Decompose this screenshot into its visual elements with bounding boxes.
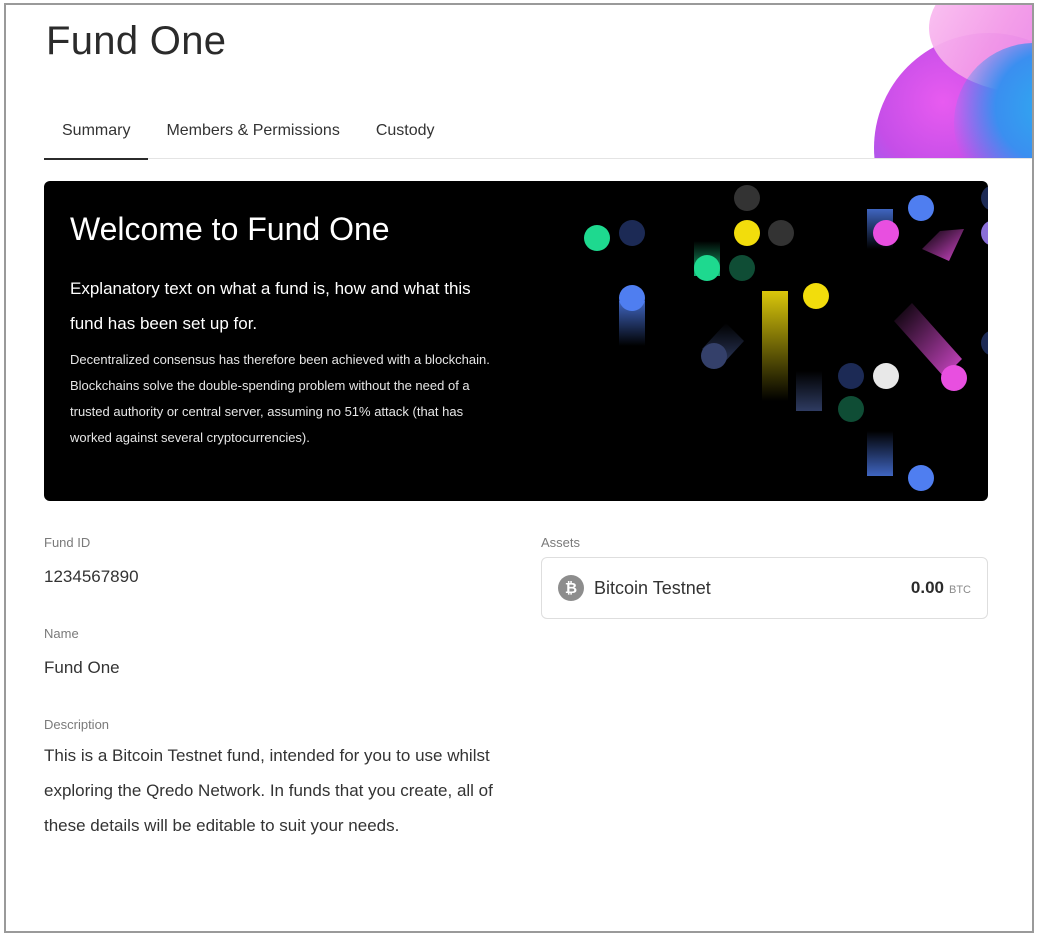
fund-id-label: Fund ID	[44, 535, 91, 550]
dot-green-1	[584, 225, 610, 251]
banner-body-text: Decentralized consensus has therefore be…	[70, 352, 490, 445]
welcome-banner: Welcome to Fund One Explanatory text on …	[44, 181, 988, 501]
dot-purple	[981, 221, 988, 245]
banner-dots-illustration	[584, 185, 988, 491]
name-value: Fund One	[44, 658, 120, 677]
dot-white	[873, 363, 899, 389]
dot-navy-3	[838, 363, 864, 389]
description-value: This is a Bitcoin Testnet fund, intended…	[44, 746, 493, 835]
dot-magenta-1	[873, 220, 899, 246]
trail-magenta-small	[922, 229, 964, 261]
asset-name: Bitcoin Testnet	[594, 577, 711, 598]
page-title: Fund One	[46, 19, 227, 63]
asset-amount: 0.00	[910, 578, 944, 597]
fund-id-value: 1234567890	[44, 567, 139, 586]
assets-label: Assets	[541, 535, 581, 550]
dot-green-dark	[729, 255, 755, 281]
name-label: Name	[44, 626, 79, 641]
banner-lead-text: Explanatory text on what a fund is, how …	[70, 279, 471, 333]
dot-green-3	[838, 396, 864, 422]
dot-blue-3	[908, 465, 934, 491]
asset-card-bitcoin-testnet[interactable]: ₿ Bitcoin Testnet 0.00 BTC	[541, 557, 988, 619]
tab-bar: Summary Members & Permissions Custody	[44, 111, 1032, 160]
dot-yellow-2	[803, 283, 829, 309]
banner-heading: Welcome to Fund One	[70, 211, 390, 247]
dot-grey-top	[734, 185, 760, 211]
app-frame: Fund One Summary Members & Permissions C…	[4, 3, 1034, 933]
description-label: Description	[44, 717, 110, 732]
tab-custody[interactable]: Custody	[358, 111, 453, 159]
dot-navy-5	[981, 331, 988, 355]
dot-navy-1	[619, 220, 645, 246]
dot-green-2	[694, 255, 720, 281]
trail-navy-mid	[796, 371, 822, 411]
tab-members-permissions[interactable]: Members & Permissions	[148, 111, 357, 159]
dot-navy-2	[701, 343, 727, 369]
asset-unit: BTC	[949, 584, 971, 596]
dot-blue-1	[619, 285, 645, 311]
trail-blue-bottom	[867, 431, 893, 476]
bitcoin-icon: ₿	[558, 575, 584, 601]
dot-magenta-2	[941, 365, 967, 391]
dot-yellow-1	[734, 220, 760, 246]
dot-blue-2	[908, 195, 934, 221]
dot-grey-1	[768, 220, 794, 246]
tab-summary[interactable]: Summary	[44, 111, 149, 160]
dot-navy-4	[981, 186, 988, 210]
trail-yellow	[762, 291, 788, 401]
